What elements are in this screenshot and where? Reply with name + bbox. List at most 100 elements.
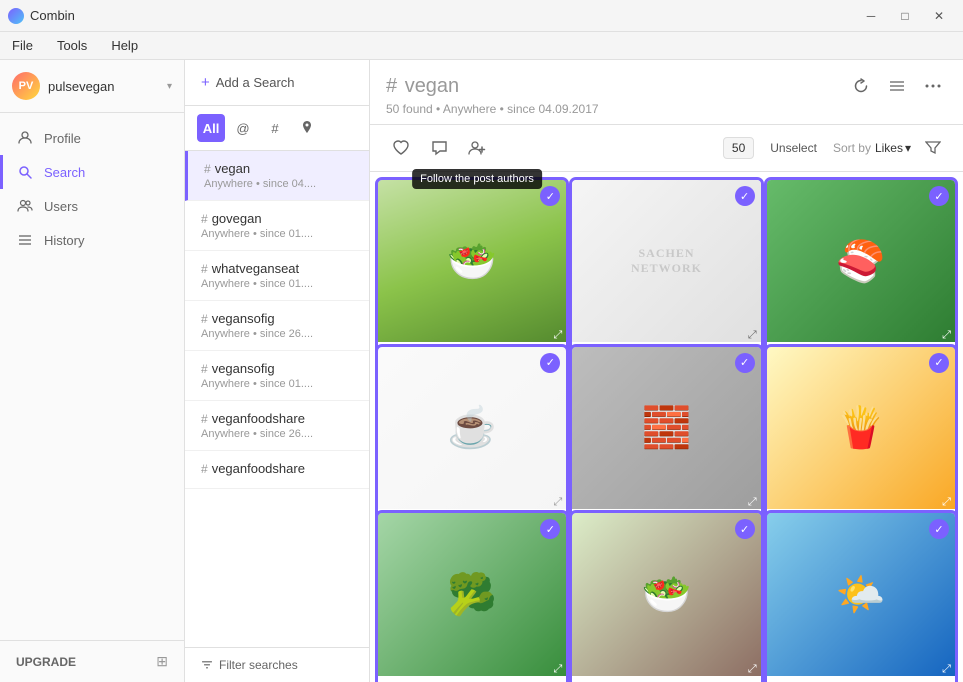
sort-value-button[interactable]: Likes ▾ bbox=[875, 141, 911, 155]
grid-item-salad[interactable]: 🥗 ✓ ⤢ ♡ 0 💬 0 bbox=[572, 513, 760, 682]
expand-button[interactable]: ⤢ bbox=[554, 496, 563, 509]
search-subtitle: Anywhere • since 01.... bbox=[201, 228, 353, 240]
search-title: whatveganseat bbox=[212, 261, 299, 276]
expand-button[interactable]: ⤢ bbox=[942, 663, 951, 676]
user-selector[interactable]: PV pulsevegan ▾ bbox=[0, 60, 184, 113]
expand-button[interactable]: ⤢ bbox=[554, 329, 563, 342]
tab-mentions[interactable]: @ bbox=[229, 114, 257, 142]
history-icon bbox=[16, 231, 34, 249]
search-subtitle: Anywhere • since 01.... bbox=[201, 278, 353, 290]
selected-check: ✓ bbox=[929, 186, 949, 206]
list-view-button[interactable] bbox=[883, 72, 911, 100]
grid-item-sky[interactable]: 🌤️ ✓ ⤢ ♡ 0 💬 0 bbox=[767, 513, 955, 682]
search-list: # vegan Anywhere • since 04.... # govega… bbox=[185, 151, 369, 647]
search-item-govegan[interactable]: # govegan Anywhere • since 01.... bbox=[185, 201, 369, 251]
hash-icon: # bbox=[201, 362, 208, 376]
filter-searches-label: Filter searches bbox=[219, 658, 298, 672]
tab-all[interactable]: All bbox=[197, 114, 225, 142]
expand-button[interactable]: ⤢ bbox=[942, 329, 951, 342]
maximize-button[interactable]: □ bbox=[889, 2, 921, 30]
grid-item-bowl[interactable]: 🥗 ✓ ⤢ ♡ 18 💬 1 bbox=[378, 180, 566, 368]
search-item-vegan[interactable]: # vegan Anywhere • since 04.... bbox=[185, 151, 369, 201]
minimize-button[interactable]: ─ bbox=[855, 2, 887, 30]
hash-icon: # bbox=[201, 262, 208, 276]
grid-item-wall[interactable]: 🧱 ✓ ⤢ ♡ 8 💬 0 bbox=[572, 347, 760, 535]
like-button[interactable] bbox=[386, 133, 416, 163]
search-title: veganfoodshare bbox=[212, 411, 305, 426]
selected-check: ✓ bbox=[929, 353, 949, 373]
menu-help[interactable]: Help bbox=[107, 36, 142, 55]
comment-button[interactable] bbox=[424, 133, 454, 163]
tab-location[interactable] bbox=[293, 114, 321, 142]
follow-authors-button[interactable]: Follow the post authors bbox=[462, 133, 492, 163]
titlebar-controls: ─ □ ✕ bbox=[855, 2, 955, 30]
grid-item-face[interactable]: SACHENNETWORK ✓ ⤢ ♡ 13 💬 0 bbox=[572, 180, 760, 368]
expand-button[interactable]: ⤢ bbox=[942, 496, 951, 509]
expand-button[interactable]: ⤢ bbox=[748, 496, 757, 509]
tab-hashtags[interactable]: # bbox=[261, 114, 289, 142]
grid-item-veggies[interactable]: 🥦 ✓ ⤢ ♡ 0 💬 0 bbox=[378, 513, 566, 682]
sidebar-item-history[interactable]: History bbox=[0, 223, 184, 257]
sidebar-item-label: Search bbox=[44, 165, 85, 180]
refresh-button[interactable] bbox=[847, 72, 875, 100]
content-header: # vegan 50 found • Anywhere • since 04.0… bbox=[370, 60, 963, 125]
expand-button[interactable]: ⤢ bbox=[748, 329, 757, 342]
add-search-button[interactable]: + Add a Search bbox=[185, 60, 369, 106]
chevron-down-icon: ▾ bbox=[167, 81, 172, 92]
menu-file[interactable]: File bbox=[8, 36, 37, 55]
sidebar-bottom: UPGRADE ⊞ bbox=[0, 640, 184, 682]
search-item-whatveganseat[interactable]: # whatveganseat Anywhere • since 01.... bbox=[185, 251, 369, 301]
search-title: vegansofig bbox=[212, 361, 275, 376]
app-logo bbox=[8, 8, 24, 24]
selected-check: ✓ bbox=[735, 186, 755, 206]
profile-icon bbox=[16, 129, 34, 147]
titlebar-left: Combin bbox=[8, 8, 75, 24]
image-grid: 🥗 ✓ ⤢ ♡ 18 💬 1 SACHENNETWORK ✓ ⤢ ♡ 13 💬 … bbox=[370, 172, 963, 682]
content-area: # vegan 50 found • Anywhere • since 04.0… bbox=[370, 60, 963, 682]
upgrade-button[interactable]: UPGRADE bbox=[16, 655, 76, 669]
main-layout: PV pulsevegan ▾ Profile Search U bbox=[0, 60, 963, 682]
expand-button[interactable]: ⤢ bbox=[748, 663, 757, 676]
selected-check: ✓ bbox=[540, 353, 560, 373]
selected-check: ✓ bbox=[735, 519, 755, 539]
filter-searches-button[interactable]: Filter searches bbox=[185, 647, 369, 682]
hash-icon: # bbox=[201, 462, 208, 476]
search-item-veganfoodshare-2[interactable]: # veganfoodshare bbox=[185, 451, 369, 489]
filter-tabs: All @ # bbox=[185, 106, 369, 151]
grid-item-sushi[interactable]: 🍣 ✓ ⤢ ♡ 9 💬 0 bbox=[767, 180, 955, 368]
more-options-button[interactable] bbox=[919, 72, 947, 100]
search-item-veganfoodshare-1[interactable]: # veganfoodshare Anywhere • since 26.... bbox=[185, 401, 369, 451]
sidebar-item-search[interactable]: Search bbox=[0, 155, 184, 189]
search-subtitle: Anywhere • since 26.... bbox=[201, 428, 353, 440]
content-toolbar: Follow the post authors 50 Unselect Sort… bbox=[370, 125, 963, 172]
sidebar-item-users[interactable]: Users bbox=[0, 189, 184, 223]
search-title: vegan bbox=[215, 161, 250, 176]
grid-item-bed[interactable]: ☕ ✓ ⤢ ♡ 8 💬 0 bbox=[378, 347, 566, 535]
sidebar-nav: Profile Search Users History bbox=[0, 113, 184, 640]
search-title: govegan bbox=[212, 211, 262, 226]
expand-button[interactable]: ⤢ bbox=[554, 663, 563, 676]
search-item-vegansofig-2[interactable]: # vegansofig Anywhere • since 01.... bbox=[185, 351, 369, 401]
selected-count-badge: 50 bbox=[723, 137, 754, 159]
sort-control: Sort by Likes ▾ bbox=[833, 141, 911, 155]
search-item-vegansofig-1[interactable]: # vegansofig Anywhere • since 26.... bbox=[185, 301, 369, 351]
avatar: PV bbox=[12, 72, 40, 100]
menu-tools[interactable]: Tools bbox=[53, 36, 91, 55]
hash-icon: # bbox=[204, 162, 211, 176]
sort-by-label: Sort by bbox=[833, 141, 871, 155]
sidebar-item-profile[interactable]: Profile bbox=[0, 121, 184, 155]
sidebar-item-label: History bbox=[44, 233, 84, 248]
search-subtitle: Anywhere • since 01.... bbox=[201, 378, 353, 390]
sidebar: PV pulsevegan ▾ Profile Search U bbox=[0, 60, 185, 682]
sort-value-text: Likes bbox=[875, 141, 903, 155]
sidebar-item-label: Users bbox=[44, 199, 78, 214]
unselect-button[interactable]: Unselect bbox=[762, 137, 825, 159]
sidebar-item-label: Profile bbox=[44, 131, 81, 146]
filter-button[interactable] bbox=[919, 134, 947, 162]
searches-panel: + Add a Search All @ # # vegan Anywhere … bbox=[185, 60, 370, 682]
hash-icon: # bbox=[201, 212, 208, 226]
close-button[interactable]: ✕ bbox=[923, 2, 955, 30]
hash-icon: # bbox=[201, 412, 208, 426]
grid-item-fries[interactable]: 🍟 ✓ ⤢ ♡ 6 💬 0 bbox=[767, 347, 955, 535]
titlebar: Combin ─ □ ✕ bbox=[0, 0, 963, 32]
